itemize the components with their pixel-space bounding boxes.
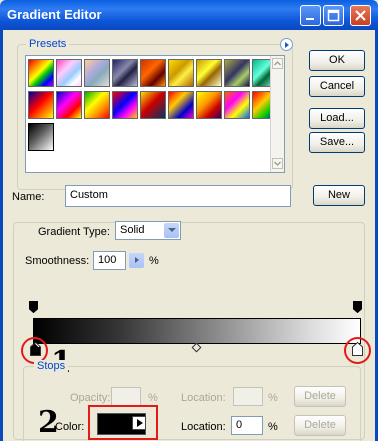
annotation-circle-right-stop	[344, 337, 371, 364]
gradient-type-value: Solid	[120, 224, 145, 236]
preset-swatch[interactable]	[84, 91, 110, 119]
opacity-stop-left[interactable]	[29, 301, 38, 313]
color-label: Color:	[55, 421, 85, 433]
presets-group: Presets	[17, 38, 293, 190]
presets-legend: Presets	[26, 38, 70, 50]
smoothness-unit: %	[149, 255, 159, 267]
preset-swatch[interactable]	[28, 91, 54, 119]
preset-swatch[interactable]	[140, 91, 166, 119]
chevron-up-icon	[274, 61, 281, 66]
save-button[interactable]: Save...	[309, 132, 365, 153]
minimize-button[interactable]	[300, 5, 321, 26]
color-location-label: Location:	[181, 421, 226, 433]
color-location-input[interactable]: 0	[231, 416, 263, 435]
gradient-type-select[interactable]: Solid	[115, 221, 181, 240]
delete-opacity-stop-button[interactable]: Delete	[294, 386, 346, 407]
maximize-button[interactable]	[323, 5, 344, 26]
name-input[interactable]: Custom	[65, 185, 291, 207]
preset-swatch[interactable]	[168, 91, 194, 119]
delete-color-stop-button[interactable]: Delete	[294, 415, 346, 436]
preset-swatch[interactable]	[28, 59, 54, 87]
cancel-button[interactable]: Cancel	[309, 76, 365, 97]
opacity-input	[111, 387, 141, 406]
title-bar: Gradient Editor	[0, 0, 378, 30]
opacity-location-label: Location:	[181, 392, 226, 404]
preset-swatch[interactable]	[56, 91, 82, 119]
opacity-unit: %	[148, 392, 158, 404]
name-label: Name:	[12, 191, 45, 203]
gradient-type-label: Gradient Type:	[38, 226, 110, 238]
presets-scrollbar[interactable]	[270, 56, 284, 172]
preset-swatch[interactable]	[168, 59, 194, 87]
preset-swatch[interactable]	[224, 91, 250, 119]
smoothness-label: Smoothness:	[25, 255, 90, 267]
window-title: Gradient Editor	[7, 7, 102, 22]
minimize-icon	[306, 18, 314, 20]
scroll-down-button[interactable]	[272, 158, 283, 169]
opacity-stop-right[interactable]	[353, 301, 362, 313]
chevron-down-icon	[274, 161, 281, 166]
gradient-preview-bar[interactable]	[33, 318, 361, 344]
close-button[interactable]	[350, 5, 371, 26]
new-button[interactable]: New	[313, 185, 365, 206]
smoothness-input[interactable]: 100	[93, 251, 126, 270]
presets-menu-icon[interactable]	[280, 38, 293, 51]
preset-swatch-selected[interactable]	[28, 123, 54, 151]
ok-button[interactable]: OK	[309, 50, 365, 71]
chevron-down-icon	[164, 223, 179, 238]
load-button[interactable]: Load...	[309, 108, 365, 129]
preset-swatch[interactable]	[84, 59, 110, 87]
preset-swatch[interactable]	[196, 91, 222, 119]
opacity-location-unit: %	[268, 392, 278, 404]
preset-swatch[interactable]	[112, 91, 138, 119]
preset-swatch[interactable]	[112, 59, 138, 87]
stops-legend: Stops	[34, 360, 69, 372]
presets-list[interactable]	[25, 55, 285, 173]
scroll-up-button[interactable]	[272, 58, 283, 69]
close-icon	[355, 10, 366, 21]
dialog-body: Presets OK Cancel Load... Save... Name: …	[0, 30, 378, 441]
preset-swatch[interactable]	[56, 59, 82, 87]
color-location-unit: %	[268, 421, 278, 433]
annotation-number-2: 2	[38, 405, 59, 440]
annotation-rect-color	[88, 405, 158, 440]
maximize-icon	[327, 9, 340, 22]
preset-swatch[interactable]	[140, 59, 166, 87]
preset-swatch[interactable]	[196, 59, 222, 87]
preset-swatch[interactable]	[224, 59, 250, 87]
opacity-label: Opacity:	[70, 392, 111, 404]
smoothness-stepper[interactable]	[129, 253, 144, 268]
opacity-location-input	[233, 387, 263, 406]
